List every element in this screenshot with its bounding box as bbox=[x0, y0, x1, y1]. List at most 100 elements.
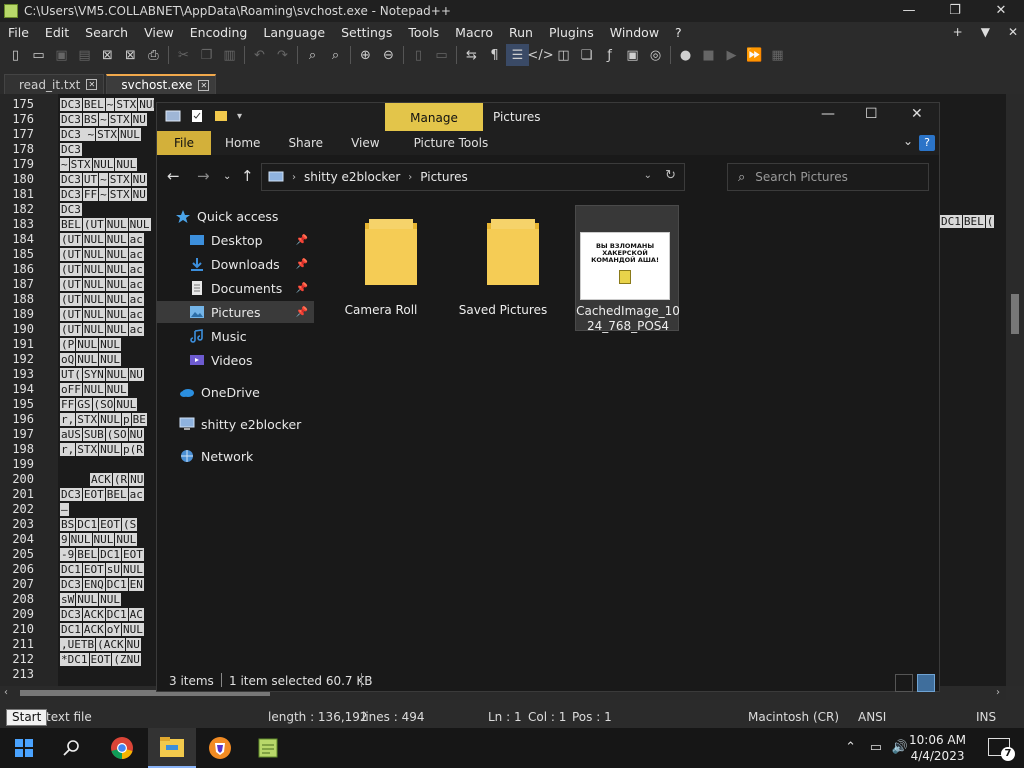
breadcrumb-pictures[interactable]: Pictures bbox=[420, 170, 468, 184]
nav-quick-access[interactable]: Quick access bbox=[157, 205, 314, 227]
udl-icon[interactable]: </> bbox=[527, 44, 553, 66]
open-file-icon[interactable]: ▭ bbox=[27, 44, 50, 66]
menu-view[interactable]: View bbox=[136, 25, 182, 40]
menu-settings[interactable]: Settings bbox=[333, 25, 400, 40]
scroll-left-icon[interactable]: ‹ bbox=[4, 686, 8, 700]
record-macro-icon[interactable]: ● bbox=[674, 44, 697, 66]
play-macro-icon[interactable]: ▶ bbox=[720, 44, 743, 66]
function-list-icon[interactable]: ƒ bbox=[598, 44, 621, 66]
nav-documents[interactable]: Documents 📌 bbox=[157, 277, 314, 299]
ribbon-tab-share[interactable]: Share bbox=[274, 131, 337, 155]
ribbon-tab-view[interactable]: View bbox=[337, 131, 393, 155]
start-button[interactable] bbox=[0, 728, 48, 768]
nav-videos[interactable]: Videos bbox=[157, 349, 314, 371]
indent-guide-icon[interactable]: ☰ bbox=[506, 44, 529, 66]
folder-workspace-icon[interactable]: ▣ bbox=[621, 44, 644, 66]
notification-center-icon[interactable]: 7 bbox=[988, 738, 1015, 761]
menu-help[interactable]: ? bbox=[667, 25, 690, 40]
new-file-icon[interactable]: ▯ bbox=[4, 44, 27, 66]
close-button[interactable]: ✕ bbox=[978, 0, 1024, 22]
tab-svchost[interactable]: svchost.exe ✕ bbox=[106, 74, 217, 94]
menu-tools[interactable]: Tools bbox=[400, 25, 447, 40]
replace-icon[interactable]: ⌕ bbox=[324, 44, 347, 66]
help-icon[interactable]: ? bbox=[919, 135, 935, 151]
nav-music[interactable]: Music bbox=[157, 325, 314, 347]
save-macro-icon[interactable]: ▦ bbox=[766, 44, 789, 66]
close-file-icon[interactable]: ⊠ bbox=[96, 44, 119, 66]
show-all-chars-icon[interactable]: ¶ bbox=[483, 44, 506, 66]
sync-horizontal-icon[interactable]: ▭ bbox=[430, 44, 453, 66]
sync-vertical-icon[interactable]: ▯ bbox=[407, 44, 430, 66]
close-tab-icon[interactable]: ✕ bbox=[86, 79, 98, 90]
network-tray-icon[interactable]: ▭ bbox=[870, 740, 882, 755]
ribbon-tab-picture-tools[interactable]: Picture Tools bbox=[394, 131, 509, 155]
up-arrow-icon[interactable]: ↑ bbox=[241, 167, 254, 185]
minimize-button[interactable]: — bbox=[886, 0, 932, 22]
search-box[interactable]: ⌕ Search Pictures bbox=[727, 163, 929, 191]
new-folder-icon[interactable] bbox=[213, 109, 229, 123]
copy-icon[interactable]: ❐ bbox=[195, 44, 218, 66]
folder-saved-pictures[interactable]: Saved Pictures bbox=[451, 205, 555, 331]
details-view-icon[interactable] bbox=[895, 674, 913, 692]
close-doc-button[interactable]: ✕ bbox=[1008, 22, 1018, 42]
zoom-in-icon[interactable]: ⊕ bbox=[354, 44, 377, 66]
customize-qat-icon[interactable]: ▾ bbox=[237, 111, 242, 122]
large-icons-view-icon[interactable] bbox=[917, 674, 935, 692]
new-tab-button[interactable]: + bbox=[953, 22, 963, 42]
address-dropdown-icon[interactable]: ⌄ bbox=[644, 170, 652, 181]
address-bar[interactable]: › shitty e2blocker › Pictures ⌄ ↻ bbox=[261, 163, 685, 191]
taskbar-brave[interactable] bbox=[196, 728, 244, 768]
recent-locations-icon[interactable]: ⌄ bbox=[223, 171, 231, 182]
folder-camera-roll[interactable]: Camera Roll bbox=[329, 205, 433, 331]
nav-onedrive[interactable]: OneDrive bbox=[157, 381, 314, 403]
menu-encoding[interactable]: Encoding bbox=[182, 25, 256, 40]
tab-read-it[interactable]: read_it.txt ✕ bbox=[4, 74, 105, 94]
print-icon[interactable]: ⎙ bbox=[142, 44, 165, 66]
scroll-right-icon[interactable]: › bbox=[996, 686, 1000, 700]
taskbar-file-explorer[interactable] bbox=[148, 728, 196, 768]
maximize-button[interactable]: ❐ bbox=[932, 0, 978, 22]
expand-ribbon-icon[interactable]: ⌄ bbox=[903, 134, 913, 148]
word-wrap-icon[interactable]: ⇆ bbox=[460, 44, 483, 66]
back-arrow-icon[interactable]: ← bbox=[167, 167, 180, 185]
stop-record-icon[interactable]: ■ bbox=[697, 44, 720, 66]
save-all-icon[interactable]: ▤ bbox=[73, 44, 96, 66]
close-tab-icon[interactable]: ✕ bbox=[198, 79, 210, 91]
explorer-minimize-button[interactable]: — bbox=[821, 106, 835, 122]
menu-macro[interactable]: Macro bbox=[447, 25, 501, 40]
forward-arrow-icon[interactable]: → bbox=[197, 167, 210, 185]
show-hidden-icons-icon[interactable]: ⌃ bbox=[845, 740, 856, 755]
explorer-close-button[interactable]: ✕ bbox=[911, 106, 923, 122]
menu-search[interactable]: Search bbox=[77, 25, 136, 40]
clock[interactable]: 10:06 AM 4/4/2023 bbox=[909, 732, 966, 764]
status-eol[interactable]: Macintosh (CR) bbox=[748, 710, 839, 724]
menu-plugins[interactable]: Plugins bbox=[541, 25, 602, 40]
redo-icon[interactable]: ↷ bbox=[271, 44, 294, 66]
menu-edit[interactable]: Edit bbox=[37, 25, 77, 40]
manage-context-tab[interactable]: Manage bbox=[385, 103, 483, 131]
cut-icon[interactable]: ✂ bbox=[172, 44, 195, 66]
taskbar-notepadpp[interactable] bbox=[244, 728, 292, 768]
run-macro-multiple-icon[interactable]: ⏩ bbox=[743, 44, 766, 66]
refresh-icon[interactable]: ↻ bbox=[665, 168, 676, 183]
nav-this-pc[interactable]: shitty e2blocker bbox=[157, 413, 314, 435]
properties-icon[interactable] bbox=[189, 109, 205, 123]
file-cached-image[interactable]: ВЫ ВЗЛОМАНЫ ХАКЕРСКОЙ КОМАНДОЙ АША! Cach… bbox=[575, 205, 680, 333]
save-icon[interactable]: ▣ bbox=[50, 44, 73, 66]
nav-downloads[interactable]: Downloads 📌 bbox=[157, 253, 314, 275]
menu-run[interactable]: Run bbox=[501, 25, 541, 40]
ribbon-tab-home[interactable]: Home bbox=[211, 131, 274, 155]
doc-map-icon[interactable]: ◫ bbox=[552, 44, 575, 66]
monitoring-icon[interactable]: ◎ bbox=[644, 44, 667, 66]
doc-list-icon[interactable]: ❏ bbox=[575, 44, 598, 66]
taskbar-search-button[interactable] bbox=[48, 728, 96, 768]
undo-icon[interactable]: ↶ bbox=[248, 44, 271, 66]
volume-icon[interactable]: 🔊 bbox=[892, 740, 908, 755]
nav-pictures[interactable]: Pictures 📌 bbox=[157, 301, 314, 323]
vertical-scrollbar[interactable] bbox=[1006, 94, 1024, 686]
nav-network[interactable]: Network bbox=[157, 445, 314, 467]
find-icon[interactable]: ⌕ bbox=[301, 44, 324, 66]
menu-file[interactable]: File bbox=[0, 25, 37, 40]
scroll-thumb[interactable] bbox=[1011, 294, 1019, 334]
taskbar-chrome[interactable] bbox=[98, 728, 146, 768]
